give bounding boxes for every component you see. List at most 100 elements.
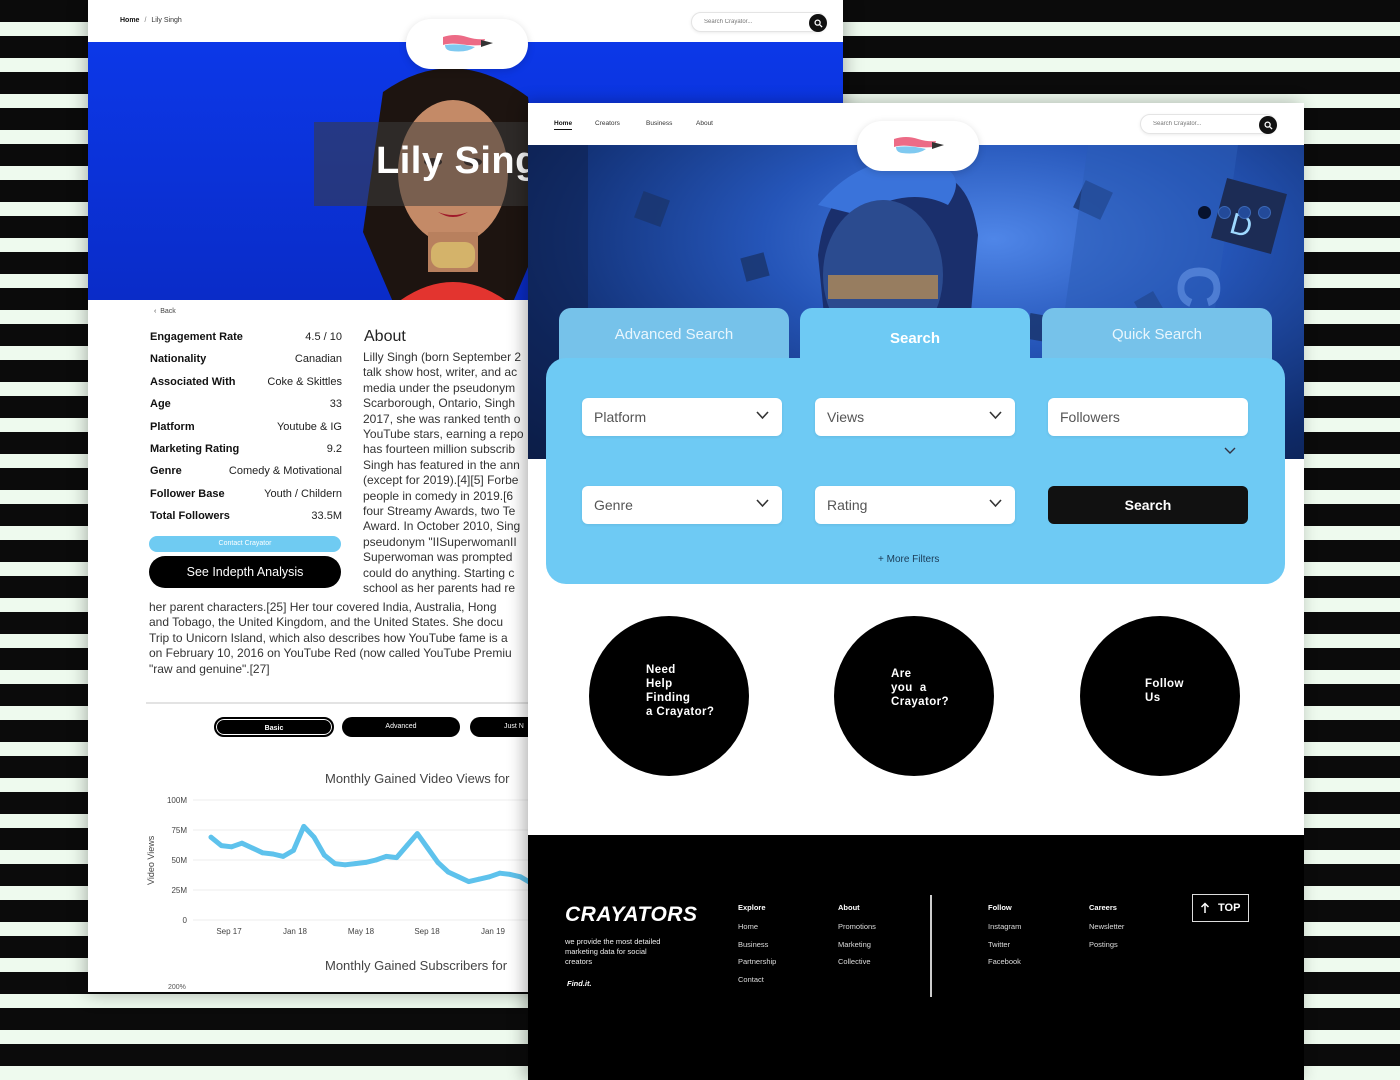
about-line: "raw and genuine".[27] (149, 661, 270, 676)
data-point (270, 851, 276, 857)
genre-dropdown[interactable]: Genre (582, 486, 782, 524)
y-tick-label: 75M (171, 826, 187, 835)
chevron-down-icon (756, 499, 769, 508)
footer-link-business[interactable]: Business (738, 940, 776, 958)
footer-link-newsletter[interactable]: Newsletter (1089, 922, 1124, 940)
nav-home[interactable]: Home (554, 120, 573, 130)
stat-label: Nationality (150, 353, 207, 366)
platform-dropdown[interactable]: Platform (582, 398, 782, 436)
about-line: and Tobago, the United Kingdom, and the … (149, 615, 504, 630)
crayon-logo-icon (443, 35, 493, 52)
footer-link-twitter[interactable]: Twitter (988, 940, 1021, 958)
data-point (332, 861, 338, 866)
stat-label: Total Followers (150, 510, 230, 523)
section-divider (146, 702, 566, 704)
stat-row: Nationality Canadian (150, 354, 342, 376)
back-to-top-button[interactable]: TOP (1192, 894, 1249, 922)
stat-row: Platform Youtube & IG (150, 421, 342, 444)
more-filters-link[interactable]: + More Filters (878, 554, 939, 565)
tab-basic[interactable]: Basic (214, 717, 334, 737)
carousel-dot[interactable] (1218, 206, 1231, 219)
data-point (218, 843, 224, 848)
footer-divider (930, 895, 932, 997)
footer-link-facebook[interactable]: Facebook (988, 957, 1021, 975)
footer-link-collective[interactable]: Collective (838, 957, 876, 975)
footer-link-postings[interactable]: Postings (1089, 940, 1124, 958)
data-point (404, 843, 410, 848)
site-search-input[interactable] (1153, 121, 1243, 127)
are-you-crayator-circle[interactable]: Are you a Crayator? (834, 616, 994, 776)
profile-search-button[interactable] (809, 14, 827, 32)
breadcrumb-home[interactable]: Home (120, 17, 139, 24)
about-line: her parent characters.[25] Her tour cove… (149, 600, 497, 614)
data-point (342, 862, 348, 868)
back-link[interactable]: ‹ Back (154, 308, 176, 315)
carousel-dots (1198, 206, 1271, 219)
data-point (280, 854, 286, 859)
data-point (394, 855, 399, 860)
stat-label: Follower Base (150, 487, 225, 500)
carousel-dot[interactable] (1258, 206, 1271, 219)
carousel-dot[interactable] (1198, 206, 1211, 219)
follow-us-circle[interactable]: Follow Us (1080, 616, 1240, 776)
crayon-logo-icon (894, 137, 944, 154)
nav-about[interactable]: About (696, 120, 713, 127)
x-tick-label: May 18 (348, 927, 375, 936)
footer-col-careers: Careers Newsletter Postings (1089, 903, 1124, 957)
footer-col-explore: Explore Home Business Partnership Contac… (738, 903, 776, 992)
search-submit-button[interactable]: Search (1048, 486, 1248, 524)
video-views-chart: 0 25M 50M 75M 100M Video Views Sep 17 Jan 18 May… (146, 796, 623, 936)
stat-label: Engagement Rate (150, 331, 243, 343)
stat-row: Age 33 (150, 399, 342, 421)
data-point (425, 845, 430, 851)
crayators-logo-back[interactable] (406, 19, 528, 69)
chevron-down-icon[interactable] (1224, 447, 1236, 455)
stat-value: Canadian (294, 353, 342, 366)
site-search-button[interactable] (1259, 116, 1277, 134)
data-point (373, 857, 379, 863)
footer-slogan: Find.it. (567, 979, 592, 988)
views-dropdown[interactable]: Views (815, 398, 1015, 436)
footer-link-home[interactable]: Home (738, 922, 776, 940)
stat-value: Comedy & Motivational (228, 465, 342, 478)
nav-business[interactable]: Business (646, 120, 672, 127)
data-point (445, 869, 451, 875)
chart-2-axis-label: 200% (168, 984, 186, 991)
x-tick-label: Jan 18 (283, 927, 308, 936)
footer-link-contact[interactable]: Contact (738, 975, 776, 993)
stat-row: Follower Base Youth / Childern (150, 487, 342, 511)
search-icon (813, 18, 823, 28)
x-tick-label: Sep 17 (216, 927, 242, 936)
nav-creators[interactable]: Creators (595, 120, 620, 127)
footer-link-partnership[interactable]: Partnership (738, 957, 776, 975)
data-point (435, 860, 441, 865)
footer-link-instagram[interactable]: Instagram (988, 922, 1021, 940)
y-tick-label: 25M (171, 886, 187, 895)
need-help-circle[interactable]: Need Help Finding a Crayator? (589, 616, 749, 776)
data-point (518, 874, 523, 880)
crayators-logo[interactable] (857, 121, 979, 171)
chart-title-2: Monthly Gained Subscribers for (325, 958, 508, 973)
site-search-bar (1140, 114, 1277, 134)
footer-link-marketing[interactable]: Marketing (838, 940, 876, 958)
breadcrumb-current: Lily Singh (151, 17, 182, 24)
carousel-dot[interactable] (1238, 206, 1251, 219)
stat-row: Engagement Rate 4.5 / 10 (150, 331, 342, 354)
data-point (466, 879, 472, 884)
about-line: on February 10, 2016 on YouTube Red (now… (149, 646, 512, 661)
footer-col-follow: Follow Instagram Twitter Facebook (988, 903, 1021, 975)
data-point (487, 874, 492, 880)
footer-link-promotions[interactable]: Promotions (838, 922, 876, 940)
indepth-analysis-button[interactable]: See Indepth Analysis (149, 556, 341, 588)
stat-value: 33 (329, 398, 342, 411)
breadcrumb: Home / Lily Singh (120, 17, 182, 24)
followers-dropdown[interactable]: Followers (1048, 398, 1248, 436)
data-point (476, 876, 482, 882)
stat-row: Total Followers 33.5M (150, 511, 342, 533)
profile-search-input[interactable] (704, 19, 794, 25)
tab-advanced[interactable]: Advanced (342, 717, 460, 737)
arrow-up-icon (1200, 902, 1210, 913)
contact-crayator-button[interactable]: Contact Crayator (149, 536, 341, 552)
x-tick-label: Sep 18 (414, 927, 440, 936)
rating-dropdown[interactable]: Rating (815, 486, 1015, 524)
